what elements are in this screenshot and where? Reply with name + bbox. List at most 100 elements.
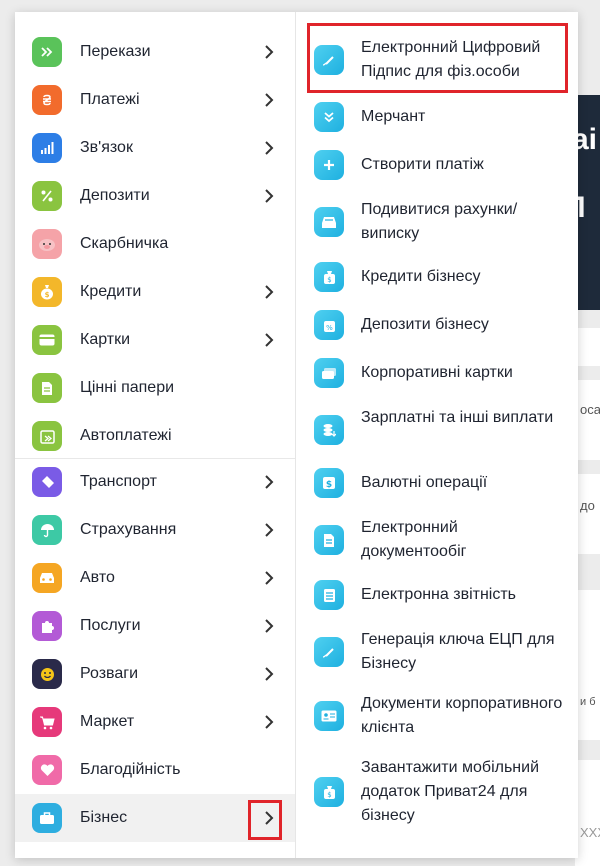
cart-icon — [32, 707, 62, 737]
heart-icon — [32, 755, 62, 785]
deposit-percent-icon: % — [314, 310, 344, 340]
menu-item-label: Депозити — [80, 187, 150, 204]
chevron-right-icon[interactable] — [259, 42, 279, 62]
briefcase-icon — [32, 803, 62, 833]
submenu-item-label: Електронна звітність — [361, 586, 516, 603]
plus-icon — [314, 150, 344, 180]
chevron-right-icon[interactable] — [259, 186, 279, 206]
submenu-item-label: Валютні операції — [361, 474, 488, 491]
menu-item-11[interactable]: Страхування — [15, 506, 295, 554]
chevron-right-icon[interactable] — [259, 616, 279, 636]
background-panel — [575, 590, 600, 740]
submenu-item-8[interactable]: Зарплатні та інші виплати — [296, 404, 578, 456]
submenu-item-label: Депозити бізнесу — [361, 316, 489, 333]
background-text: до — [580, 498, 595, 513]
submenu-item-4[interactable]: Подивитися рахунки/ виписку — [296, 196, 578, 248]
menu-item-label: Кредити — [80, 283, 142, 300]
submenu-item-label: Електронний документообіг — [361, 519, 467, 560]
menu-item-2[interactable]: Платежі — [15, 76, 295, 124]
background-text: и б — [580, 696, 596, 708]
menu-item-label: Транспорт — [80, 473, 157, 490]
chevron-right-icon[interactable] — [259, 568, 279, 588]
chevron-right-icon[interactable] — [259, 90, 279, 110]
umbrella-icon — [32, 515, 62, 545]
highlight-arrow-frame — [248, 800, 282, 840]
chevron-right-icon[interactable] — [259, 138, 279, 158]
menu-item-6[interactable]: $ Кредити — [15, 268, 295, 316]
menu-item-label: Страхування — [80, 521, 177, 538]
chevron-right-icon[interactable] — [259, 712, 279, 732]
double-chevron-icon — [32, 37, 62, 67]
submenu-item-label: Створити платіж — [361, 156, 484, 173]
submenu-item-14[interactable]: $ Завантажити мобільний додаток Приват24 … — [296, 754, 578, 830]
credit-bag-icon: $ — [314, 262, 344, 292]
divider — [15, 458, 295, 459]
menu-item-10[interactable]: Транспорт — [15, 458, 295, 506]
coins-icon — [314, 415, 344, 445]
submenu-item-7[interactable]: Корпоративні картки — [296, 356, 578, 390]
submenu-item-3[interactable]: Створити платіж — [296, 148, 578, 182]
menu-item-9[interactable]: Автоплатежі — [15, 412, 295, 460]
menu-item-1[interactable]: Перекази — [15, 28, 295, 76]
submenu-item-12[interactable]: Генерація ключа ЕЦП для Бізнесу — [296, 626, 578, 678]
menu-item-label: Цінні папери — [80, 379, 175, 396]
menu-item-label: Скарбничка — [80, 235, 169, 252]
svg-text:$: $ — [327, 276, 331, 284]
tray-icon — [314, 207, 344, 237]
dollar-icon: $ — [314, 468, 344, 498]
chevron-right-icon[interactable] — [259, 520, 279, 540]
submenu-item-13[interactable]: Документи корпоративного клієнта — [296, 690, 578, 742]
category-list: Перекази Платежі Зв'язок Депозити Скарбничка… — [15, 12, 296, 858]
submenu-item-11[interactable]: Електронна звітність — [296, 578, 578, 612]
menu-item-8[interactable]: Цінні папери — [15, 364, 295, 412]
car-icon — [32, 563, 62, 593]
menu-item-4[interactable]: Депозити — [15, 172, 295, 220]
cards-icon — [314, 358, 344, 388]
submenu-item-2[interactable]: Мерчант — [296, 100, 578, 134]
puzzle-icon — [32, 611, 62, 641]
submenu-item-label: Кредити бізнесу — [361, 268, 481, 285]
percent-icon — [32, 181, 62, 211]
card-icon — [32, 325, 62, 355]
submenu-item-5[interactable]: $ Кредити бізнесу — [296, 260, 578, 294]
key-sign-icon — [314, 637, 344, 667]
submenu-item-6[interactable]: % Депозити бізнесу — [296, 308, 578, 342]
chevron-right-icon[interactable] — [259, 472, 279, 492]
menu-item-label: Благодійність — [80, 761, 181, 778]
submenu-item-9[interactable]: $ Валютні операції — [296, 466, 578, 500]
menu-item-5[interactable]: Скарбничка — [15, 220, 295, 268]
submenu-item-label: Зарплатні та інші виплати — [361, 409, 554, 426]
submenu-item-label: Подивитися рахунки/ виписку — [361, 201, 518, 242]
chevron-right-icon[interactable] — [259, 664, 279, 684]
business-submenu: Електронний Цифровий Підпис для фіз.особ… — [296, 12, 578, 858]
submenu-item-10[interactable]: Електронний документообіг — [296, 514, 578, 566]
menu-item-3[interactable]: Зв'язок — [15, 124, 295, 172]
menu-item-13[interactable]: Послуги — [15, 602, 295, 650]
submenu-item-label: Мерчант — [361, 108, 426, 125]
calendar-icon — [32, 421, 62, 451]
svg-text:$: $ — [326, 480, 332, 490]
doc-icon — [314, 525, 344, 555]
menu-item-7[interactable]: Картки — [15, 316, 295, 364]
menu-item-12[interactable]: Авто — [15, 554, 295, 602]
menu-item-label: Картки — [80, 331, 131, 348]
download-app-icon: $ — [314, 777, 344, 807]
menu-item-15[interactable]: Маркет — [15, 698, 295, 746]
menu-item-label: Маркет — [80, 713, 135, 730]
background-text: осал — [580, 402, 600, 417]
chevron-right-icon[interactable] — [259, 282, 279, 302]
menu-item-label: Зв'язок — [80, 139, 133, 156]
menu-item-16[interactable]: Благодійність — [15, 746, 295, 794]
background-panel — [575, 328, 600, 366]
menu-item-label: Авто — [80, 569, 115, 586]
background-panel — [575, 760, 600, 866]
double-chevron-down-icon — [314, 102, 344, 132]
chevron-right-icon[interactable] — [259, 330, 279, 350]
menu-item-14[interactable]: Розваги — [15, 650, 295, 698]
id-card-icon — [314, 701, 344, 731]
svg-text:$: $ — [45, 291, 50, 299]
smile-icon — [32, 659, 62, 689]
submenu-item-label: Документи корпоративного клієнта — [361, 695, 563, 736]
highlight-item-frame — [307, 23, 568, 93]
background-panel — [575, 474, 600, 554]
